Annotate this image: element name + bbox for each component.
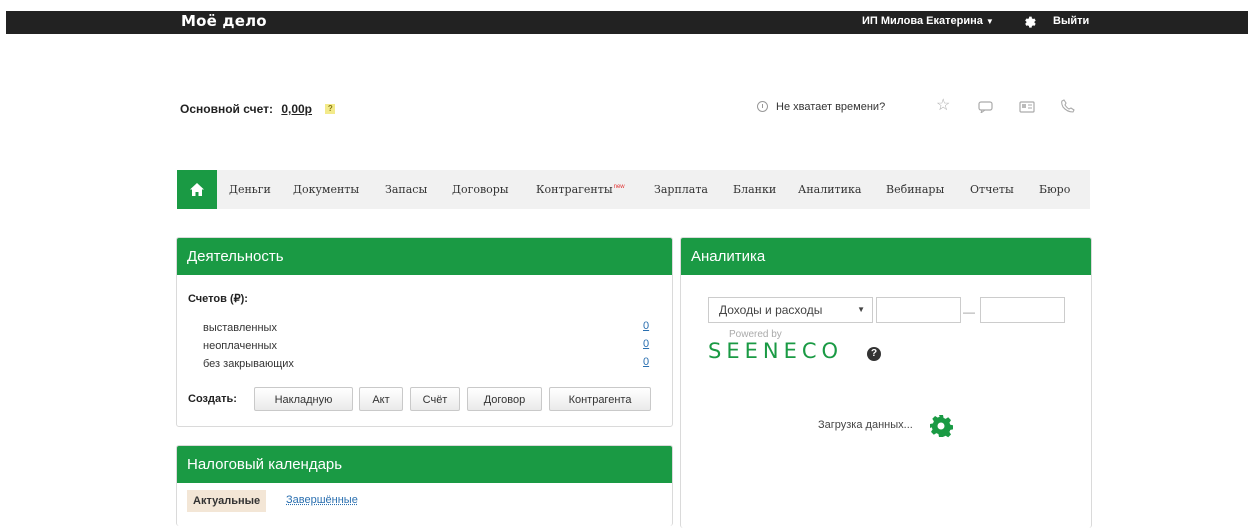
tab-completed[interactable]: Завершённые <box>286 494 358 506</box>
phone-icon[interactable] <box>1061 99 1075 117</box>
nav-item-salary[interactable]: Зарплата <box>654 183 708 196</box>
nav-item-analytics[interactable]: Аналитика <box>798 183 861 196</box>
main-account: Основной счет: 0,00р ? <box>180 102 336 116</box>
create-counterparty-button[interactable]: Контрагента <box>549 387 651 411</box>
analytics-select-value: Доходы и расходы <box>719 303 823 317</box>
invoices-unpaid-count[interactable]: 0 <box>643 338 649 350</box>
new-badge: new <box>613 184 625 190</box>
invoices-unpaid-label: неоплаченных <box>203 340 277 352</box>
activity-panel-title: Деятельность <box>177 238 672 275</box>
logout-link[interactable]: Выйти <box>1053 15 1089 27</box>
date-to-input[interactable] <box>980 297 1065 323</box>
invoices-title: Счетов (₽): <box>188 293 248 305</box>
chevron-down-icon: ▼ <box>985 17 994 26</box>
user-menu[interactable]: ИП Милова Екатерина ▼ <box>862 15 994 27</box>
settings-gear-icon[interactable] <box>1023 15 1037 29</box>
home-icon <box>190 183 204 196</box>
id-card-icon[interactable] <box>1019 101 1035 117</box>
loading-text: Загрузка данных... <box>818 419 913 431</box>
main-nav: Деньги Документы Запасы Договоры Контраг… <box>177 170 1090 209</box>
analytics-panel-title: Аналитика <box>681 238 1091 275</box>
top-bar: Моё дело ИП Милова Екатерина ▼ Выйти <box>6 11 1248 34</box>
chat-icon[interactable] <box>978 101 994 117</box>
invoices-issued-count[interactable]: 0 <box>643 320 649 332</box>
invoices-unclosed-count[interactable]: 0 <box>643 356 649 368</box>
account-label: Основной счет: <box>180 102 273 116</box>
account-help-badge[interactable]: ? <box>325 104 336 114</box>
user-name: ИП Милова Екатерина <box>862 15 983 27</box>
create-waybill-button[interactable]: Накладную <box>254 387 353 411</box>
account-balance[interactable]: 0,00р <box>281 102 312 116</box>
nav-item-reports[interactable]: Отчеты <box>970 183 1014 196</box>
create-contract-button[interactable]: Договор <box>467 387 542 411</box>
loading-gear-icon <box>930 415 953 438</box>
nav-item-money[interactable]: Деньги <box>229 183 271 196</box>
clock-icon <box>757 101 768 112</box>
nav-item-webinars[interactable]: Вебинары <box>886 183 944 196</box>
tax-calendar-title: Налоговый календарь <box>177 446 672 483</box>
date-from-input[interactable] <box>876 297 961 323</box>
chevron-down-icon: ▼ <box>857 305 865 314</box>
analytics-panel: Аналитика Доходы и расходы ▼ — Powered b… <box>680 237 1092 528</box>
date-separator: — <box>963 305 975 319</box>
nav-item-counterparties[interactable]: Контрагентыnew <box>536 183 625 196</box>
seeneco-logo: SEENECO <box>708 339 844 363</box>
nav-item-counterparties-label: Контрагенты <box>536 183 613 196</box>
nav-item-contracts[interactable]: Договоры <box>452 183 509 196</box>
invoices-unclosed-label: без закрывающих <box>203 358 294 370</box>
nav-home[interactable] <box>177 170 217 209</box>
nav-item-forms[interactable]: Бланки <box>733 183 776 196</box>
time-help-link[interactable]: Не хватает времени? <box>757 101 885 113</box>
star-icon[interactable]: ☆ <box>936 98 950 114</box>
create-label: Создать: <box>188 393 237 405</box>
analytics-report-select[interactable]: Доходы и расходы ▼ <box>708 297 873 323</box>
create-invoice-button[interactable]: Счёт <box>410 387 460 411</box>
create-act-button[interactable]: Акт <box>359 387 403 411</box>
nav-item-bureau[interactable]: Бюро <box>1039 183 1070 196</box>
nav-item-stock[interactable]: Запасы <box>385 183 427 196</box>
activity-panel: Деятельность Счетов (₽): выставленных 0 … <box>176 237 673 427</box>
app-logo[interactable]: Моё дело <box>181 12 267 30</box>
tax-calendar-panel: Налоговый календарь Актуальные Завершённ… <box>176 445 673 526</box>
analytics-help-icon[interactable]: ? <box>867 347 881 361</box>
nav-item-documents[interactable]: Документы <box>293 183 359 196</box>
time-help-text: Не хватает времени? <box>776 101 886 113</box>
tab-actual[interactable]: Актуальные <box>187 490 267 512</box>
invoices-issued-label: выставленных <box>203 322 277 334</box>
